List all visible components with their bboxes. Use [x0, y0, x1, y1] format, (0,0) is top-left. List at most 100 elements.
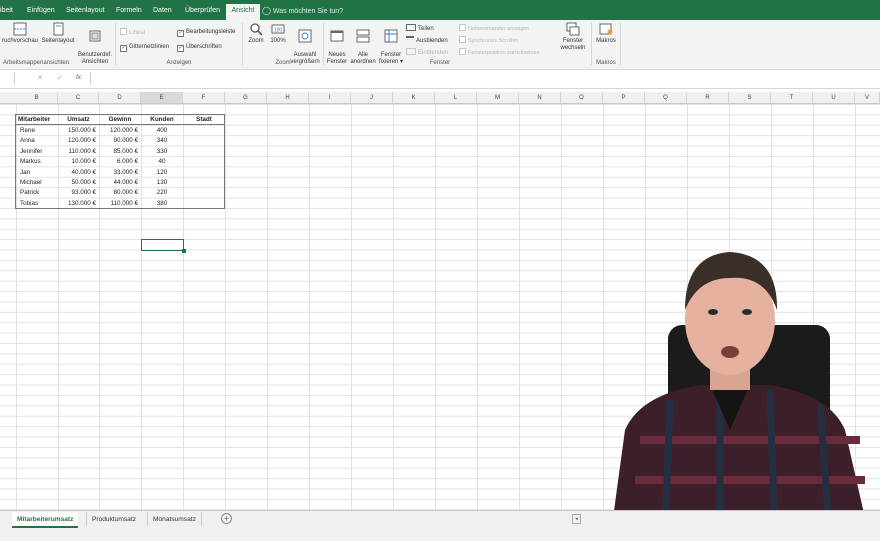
- column-header[interactable]: N: [519, 92, 561, 103]
- tab-datei[interactable]: ibeit: [0, 0, 22, 20]
- table-cell[interactable]: 130: [141, 177, 183, 187]
- column-header[interactable]: D: [99, 92, 141, 103]
- fensterposition-button[interactable]: Fensterposition zurücksetzen: [459, 48, 540, 57]
- table-cell[interactable]: 110.000 €: [99, 198, 141, 208]
- table-cell[interactable]: [183, 188, 225, 198]
- table-cell[interactable]: Patrick: [15, 188, 58, 198]
- tab-seitenlayout[interactable]: Seitenlayout: [66, 0, 106, 20]
- einblenden-button[interactable]: Einblenden: [406, 48, 448, 57]
- zoom-100-button[interactable]: 100 100%: [267, 22, 289, 45]
- table-cell[interactable]: 85.000 €: [99, 146, 141, 156]
- table-cell[interactable]: 120.000 €: [58, 136, 99, 146]
- sheet-tab-mitarbeiterumsatz[interactable]: Mitarbeiterumsatz: [12, 512, 79, 528]
- table-cell[interactable]: 33.000 €: [99, 167, 141, 177]
- table-cell[interactable]: 340: [141, 136, 183, 146]
- scroll-left-icon[interactable]: ◂: [572, 514, 581, 524]
- table-cell[interactable]: [183, 198, 225, 208]
- fenster-wechseln-button[interactable]: Fenster wechseln: [556, 22, 590, 52]
- column-header[interactable]: I: [309, 92, 351, 103]
- table-cell[interactable]: [183, 125, 225, 136]
- ausblenden-button[interactable]: Ausblenden: [406, 36, 448, 45]
- header-cell[interactable]: Kunden: [141, 114, 183, 126]
- header-cell[interactable]: Mitarbeiter: [15, 114, 58, 126]
- gitternetzlinien-checkbox[interactable]: ✓ Gitternetzlinien: [120, 43, 169, 52]
- column-header[interactable]: G: [225, 92, 267, 103]
- column-header[interactable]: C: [58, 92, 99, 103]
- cancel-icon[interactable]: ✕: [37, 74, 43, 82]
- column-header[interactable]: J: [351, 92, 393, 103]
- sheet-tab-monatsumsatz[interactable]: Monatsumsatz: [147, 512, 202, 526]
- name-box[interactable]: [0, 73, 15, 84]
- bearbeitungsleiste-checkbox[interactable]: ✓ Bearbeitungsleiste: [177, 28, 235, 37]
- table-cell[interactable]: [183, 136, 225, 146]
- table-cell[interactable]: 150.000 €: [58, 125, 99, 136]
- table-cell[interactable]: 400: [141, 125, 183, 136]
- tab-ueberpruefen[interactable]: Überprüfen: [185, 0, 221, 20]
- table-cell[interactable]: [183, 177, 225, 187]
- ueberschriften-checkbox[interactable]: ✓ Überschriften: [177, 43, 222, 52]
- column-header[interactable]: V: [855, 92, 880, 103]
- table-cell[interactable]: 130.000 €: [58, 198, 99, 208]
- column-header[interactable]: Q: [645, 92, 687, 103]
- confirm-icon[interactable]: ✓: [57, 74, 63, 82]
- table-cell[interactable]: [183, 167, 225, 177]
- table-cell[interactable]: 330: [141, 146, 183, 156]
- sheet-tab-produktumsatz[interactable]: Produktumsatz: [86, 512, 141, 526]
- table-cell[interactable]: [183, 146, 225, 156]
- tab-formeln[interactable]: Formeln: [116, 0, 144, 20]
- table-cell[interactable]: 80.000 €: [99, 188, 141, 198]
- table-cell[interactable]: 110.000 €: [58, 146, 99, 156]
- table-cell[interactable]: Jennifer: [15, 146, 58, 156]
- table-cell[interactable]: 93.000 €: [58, 188, 99, 198]
- column-header[interactable]: E: [141, 92, 183, 103]
- column-header[interactable]: K: [393, 92, 435, 103]
- column-header[interactable]: L: [435, 92, 477, 103]
- tab-einfuegen[interactable]: Einfügen: [27, 0, 57, 20]
- table-cell[interactable]: 6.000 €: [99, 157, 141, 167]
- header-cell[interactable]: Stadt: [183, 114, 225, 126]
- column-header[interactable]: O: [561, 92, 603, 103]
- formula-input[interactable]: [90, 72, 880, 85]
- table-cell[interactable]: Anna: [15, 136, 58, 146]
- column-header[interactable]: F: [183, 92, 225, 103]
- makros-button[interactable]: Makros: [594, 22, 618, 45]
- table-cell[interactable]: [183, 157, 225, 167]
- table-cell[interactable]: 44.000 €: [99, 177, 141, 187]
- column-header[interactable]: M: [477, 92, 519, 103]
- selected-cell[interactable]: [141, 239, 186, 253]
- column-header[interactable]: T: [771, 92, 813, 103]
- column-header[interactable]: U: [813, 92, 855, 103]
- seitenlayout-button[interactable]: Seitenlayout: [40, 22, 76, 45]
- table-cell[interactable]: 10.000 €: [58, 157, 99, 167]
- header-cell[interactable]: Gewinn: [99, 114, 141, 126]
- zoom-button[interactable]: Zoom: [245, 22, 267, 45]
- insert-function-icon[interactable]: fx: [76, 74, 81, 81]
- table-cell[interactable]: 40: [141, 157, 183, 167]
- table-cell[interactable]: 90.000 €: [99, 136, 141, 146]
- column-header[interactable]: H: [267, 92, 309, 103]
- teilen-button[interactable]: Teilen: [406, 24, 434, 33]
- nebeneinander-button[interactable]: Nebeneinander anzeigen: [459, 24, 529, 33]
- table-cell[interactable]: Markus: [15, 157, 58, 167]
- table-cell[interactable]: 40.000 €: [58, 167, 99, 177]
- column-header[interactable]: P: [603, 92, 645, 103]
- lineal-checkbox[interactable]: Lineal: [120, 28, 145, 37]
- tab-daten[interactable]: Daten: [153, 0, 175, 20]
- tell-me-box[interactable]: ◯ Was möchten Sie tun?: [262, 0, 343, 20]
- header-cell[interactable]: Umsatz: [58, 114, 99, 126]
- add-sheet-icon[interactable]: +: [221, 513, 232, 524]
- table-cell[interactable]: Rene: [15, 125, 58, 136]
- synchrones-scrollen-button[interactable]: Synchrones Scrollen: [459, 36, 518, 45]
- column-header[interactable]: R: [687, 92, 729, 103]
- table-cell[interactable]: 50.000 €: [58, 177, 99, 187]
- table-cell[interactable]: Jan: [15, 167, 58, 177]
- table-cell[interactable]: 220: [141, 188, 183, 198]
- umbruchvorschau-button[interactable]: ruchvorschau: [0, 22, 40, 45]
- table-cell[interactable]: 120.000 €: [99, 125, 141, 136]
- table-cell[interactable]: Michael: [15, 177, 58, 187]
- table-cell[interactable]: 120: [141, 167, 183, 177]
- table-cell[interactable]: 380: [141, 198, 183, 208]
- column-header[interactable]: S: [729, 92, 771, 103]
- table-cell[interactable]: Tobias: [15, 198, 58, 208]
- tab-ansicht[interactable]: Ansicht: [226, 4, 260, 20]
